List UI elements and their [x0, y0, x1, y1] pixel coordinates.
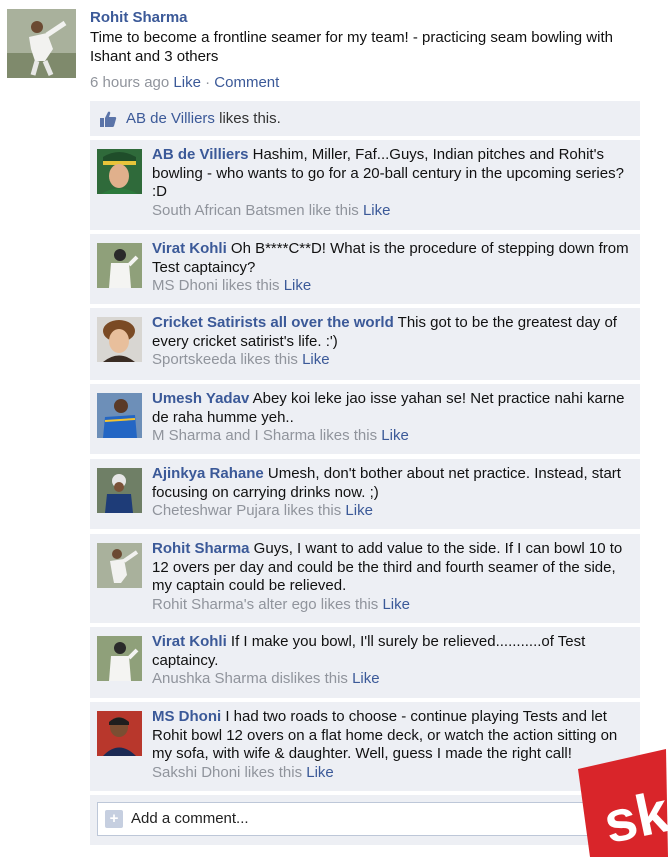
post-meta: 6 hours ago Like · Comment: [90, 74, 279, 91]
comment-body: Ajinkya Rahane Umesh, don't bother about…: [152, 465, 632, 521]
comment-likes-text: Rohit Sharma's alter ego likes this: [152, 595, 383, 613]
comment-body: AB de Villiers Hashim, Miller, Faf...Guy…: [152, 146, 632, 220]
liker-name[interactable]: AB de Villiers: [126, 110, 215, 127]
likes-summary-text: AB de Villiers likes this.: [126, 110, 281, 127]
comment-likes-text: South African Batsmen like this: [152, 201, 363, 219]
comment-author[interactable]: AB de Villiers: [152, 146, 248, 163]
comment: Virat Kohli Oh B****C**D! What is the pr…: [90, 234, 640, 304]
comment-author[interactable]: Cricket Satirists all over the world: [152, 314, 394, 331]
likes-summary: AB de Villiers likes this.: [90, 101, 640, 136]
comment-author[interactable]: MS Dhoni: [152, 708, 221, 725]
comment-like-link[interactable]: Like: [345, 502, 373, 519]
post-time[interactable]: 6 hours ago: [90, 74, 169, 91]
add-comment-area: + Add a comment...: [90, 795, 640, 845]
comment-likes-text: Anushka Sharma dislikes this: [152, 670, 353, 687]
comment-author[interactable]: Virat Kohli: [152, 240, 227, 257]
comment-like-link[interactable]: Like: [284, 277, 312, 294]
commenter-avatar[interactable]: [97, 317, 142, 362]
comment-like-link[interactable]: Like: [381, 427, 409, 444]
thumbs-up-icon: [99, 110, 117, 128]
comment: Umesh Yadav Abey koi leke jao isse yahan…: [90, 384, 640, 454]
post-author-avatar[interactable]: [7, 9, 76, 78]
comment: Ajinkya Rahane Umesh, don't bother about…: [90, 459, 640, 529]
comment-likes-text: MS Dhoni likes this: [152, 277, 284, 294]
commenter-avatar[interactable]: [97, 636, 142, 681]
comment-body: Rohit Sharma Guys, I want to add value t…: [152, 540, 632, 614]
post-text: Time to become a frontline seamer for my…: [90, 29, 613, 65]
comment-body: Cricket Satirists all over the world Thi…: [152, 314, 632, 370]
comment-likes-text: Sportskeeda likes this: [152, 351, 303, 368]
comment-like-link[interactable]: Like: [306, 764, 334, 781]
commenter-avatar[interactable]: [97, 543, 142, 588]
add-comment-placeholder: Add a comment...: [131, 810, 249, 827]
meta-separator: ·: [205, 74, 211, 91]
comment-body: MS Dhoni I had two roads to choose - con…: [152, 708, 632, 782]
post-like-link[interactable]: Like: [173, 74, 201, 91]
plus-icon: +: [105, 810, 123, 828]
comment-likes: MS Dhoni likes this Like: [152, 277, 311, 294]
likes-suffix: likes this.: [214, 110, 281, 127]
comment-likes: M Sharma and I Sharma likes this Like: [152, 427, 409, 444]
comment-likes: Anushka Sharma dislikes this Like: [152, 670, 380, 687]
add-comment-input[interactable]: + Add a comment...: [97, 802, 633, 836]
comment-like-link[interactable]: Like: [363, 202, 391, 219]
comment-likes: Rohit Sharma's alter ego likes this Like: [152, 596, 410, 613]
sportskeeda-logo: sk: [568, 749, 668, 857]
comment-likes-text: M Sharma and I Sharma likes this: [152, 427, 382, 444]
comment-like-link[interactable]: Like: [352, 670, 380, 687]
comment-body: Virat Kohli If I make you bowl, I'll sur…: [152, 633, 632, 689]
comment-likes-text: Cheteshwar Pujara likes this: [152, 502, 346, 519]
comment-text: I had two roads to choose - continue pla…: [152, 708, 618, 762]
logo-text: sk: [598, 779, 668, 856]
comment: Cricket Satirists all over the world Thi…: [90, 308, 640, 380]
commenter-avatar[interactable]: [97, 468, 142, 513]
comment: Virat Kohli If I make you bowl, I'll sur…: [90, 627, 640, 698]
comment-body: Umesh Yadav Abey koi leke jao isse yahan…: [152, 390, 632, 446]
comment-likes-text: Sakshi Dhoni likes this: [152, 763, 307, 781]
post-author-name[interactable]: Rohit Sharma: [90, 9, 188, 26]
comment-body: Virat Kohli Oh B****C**D! What is the pr…: [152, 240, 632, 296]
comment-author[interactable]: Umesh Yadav: [152, 390, 249, 407]
commenter-avatar[interactable]: [97, 393, 142, 438]
comment-like-link[interactable]: Like: [302, 351, 330, 368]
comment-likes: Cheteshwar Pujara likes this Like: [152, 502, 373, 519]
commenter-avatar[interactable]: [97, 149, 142, 194]
comment: MS Dhoni I had two roads to choose - con…: [90, 702, 640, 791]
comment: AB de Villiers Hashim, Miller, Faf...Guy…: [90, 140, 640, 230]
comment-author[interactable]: Virat Kohli: [152, 633, 227, 650]
comment-likes: Sakshi Dhoni likes this Like: [152, 764, 334, 781]
commenter-avatar[interactable]: [97, 243, 142, 288]
comment-like-link[interactable]: Like: [382, 596, 410, 613]
comment: Rohit Sharma Guys, I want to add value t…: [90, 534, 640, 623]
comment-author[interactable]: Rohit Sharma: [152, 540, 250, 557]
comment-author[interactable]: Ajinkya Rahane: [152, 465, 264, 482]
post-comment-link[interactable]: Comment: [214, 74, 279, 91]
comment-likes: South African Batsmen like this Like: [152, 202, 390, 219]
commenter-avatar[interactable]: [97, 711, 142, 756]
comment-likes: Sportskeeda likes this Like: [152, 351, 330, 368]
